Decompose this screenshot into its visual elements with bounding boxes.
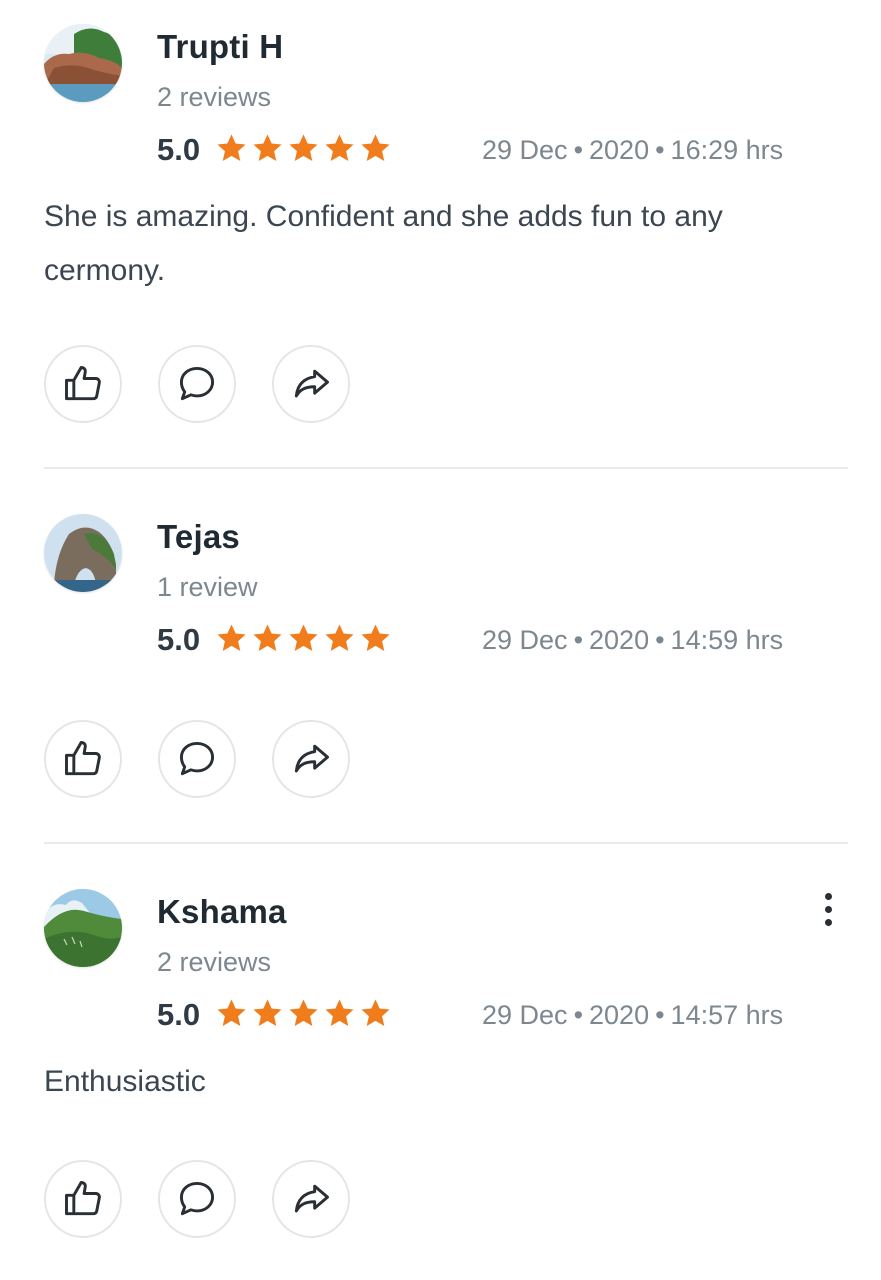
separator-dot: • <box>573 135 584 165</box>
separator-dot: • <box>573 625 584 655</box>
star-icon <box>217 134 246 162</box>
review-count: 2 reviews <box>157 82 272 112</box>
share-icon <box>294 369 329 398</box>
review-time: 16:29 hrs <box>670 135 784 165</box>
rating-score: 5.0 <box>157 622 201 657</box>
divider <box>44 467 848 469</box>
reviewer-name[interactable]: Tejas <box>157 518 240 556</box>
star-rating <box>215 132 392 165</box>
share-icon <box>294 1184 329 1213</box>
more-vertical-icon <box>824 892 832 900</box>
rating-row: 5.0 29 Dec • 2020 • 14:57 hrs <box>157 995 817 1035</box>
separator-dot: • <box>655 135 665 165</box>
share-icon <box>294 744 329 773</box>
star-icon <box>361 134 390 162</box>
review-year: 2020 <box>589 135 650 165</box>
comment-icon <box>179 1181 215 1216</box>
review-date: 29 Dec <box>482 625 568 655</box>
review-time: 14:57 hrs <box>670 1000 784 1030</box>
star-icon <box>217 624 246 652</box>
star-icon <box>325 999 354 1027</box>
thumbs-up-icon <box>65 366 101 401</box>
share-button[interactable] <box>272 345 350 423</box>
separator-dot: • <box>573 1000 584 1030</box>
avatar-coast-cliff-icon <box>44 24 122 102</box>
like-button[interactable] <box>44 720 122 798</box>
reviewer-avatar[interactable] <box>44 889 122 967</box>
reviewer-avatar[interactable] <box>44 24 122 102</box>
star-icon <box>361 999 390 1027</box>
star-icon <box>253 134 282 162</box>
more-options-button[interactable] <box>812 884 844 934</box>
rating-score: 5.0 <box>157 132 201 167</box>
review-actions <box>44 345 350 423</box>
comment-icon <box>179 366 215 401</box>
divider <box>44 842 848 844</box>
star-icon <box>217 999 246 1027</box>
star-rating <box>215 997 392 1030</box>
star-icon <box>253 624 282 652</box>
thumbs-up-icon <box>65 741 101 776</box>
comment-button[interactable] <box>158 1160 236 1238</box>
review-actions <box>44 720 350 798</box>
like-button[interactable] <box>44 1160 122 1238</box>
review-count: 2 reviews <box>157 947 272 977</box>
star-icon <box>325 624 354 652</box>
review-count: 1 review <box>157 572 258 602</box>
review-datetime: 29 Dec • 2020 • 14:57 hrs <box>482 995 783 1035</box>
avatar-rock-arch-icon <box>44 514 122 592</box>
star-icon <box>289 134 318 162</box>
avatar-green-hills-icon <box>44 889 122 967</box>
rating-score: 5.0 <box>157 997 201 1032</box>
share-button[interactable] <box>272 1160 350 1238</box>
comment-icon <box>179 741 215 776</box>
reviewer-name[interactable]: Kshama <box>157 893 287 931</box>
more-vertical-icon <box>824 905 832 913</box>
review-date: 29 Dec <box>482 135 568 165</box>
reviewer-name[interactable]: Trupti H <box>157 28 283 66</box>
review-date: 29 Dec <box>482 1000 568 1030</box>
like-button[interactable] <box>44 345 122 423</box>
comment-button[interactable] <box>158 720 236 798</box>
review-year: 2020 <box>589 625 650 655</box>
review-text: She is amazing. Confident and she adds f… <box>44 200 723 287</box>
review-text: Enthusiastic <box>44 1065 206 1098</box>
review-datetime: 29 Dec • 2020 • 16:29 hrs <box>482 130 783 170</box>
rating-row: 5.0 29 Dec • 2020 • 14:59 hrs <box>157 620 817 660</box>
rating-row: 5.0 29 Dec • 2020 • 16:29 hrs <box>157 130 817 170</box>
star-icon <box>361 624 390 652</box>
star-rating <box>215 622 392 655</box>
review-actions <box>44 1160 350 1238</box>
reviewer-avatar[interactable] <box>44 514 122 592</box>
star-icon <box>253 999 282 1027</box>
separator-dot: • <box>655 1000 665 1030</box>
star-icon <box>325 134 354 162</box>
thumbs-up-icon <box>65 1181 101 1216</box>
share-button[interactable] <box>272 720 350 798</box>
comment-button[interactable] <box>158 345 236 423</box>
more-vertical-icon <box>824 918 832 926</box>
separator-dot: • <box>655 625 665 655</box>
review-datetime: 29 Dec • 2020 • 14:59 hrs <box>482 620 783 660</box>
star-icon <box>289 999 318 1027</box>
star-icon <box>289 624 318 652</box>
review-year: 2020 <box>589 1000 650 1030</box>
review-time: 14:59 hrs <box>670 625 784 655</box>
